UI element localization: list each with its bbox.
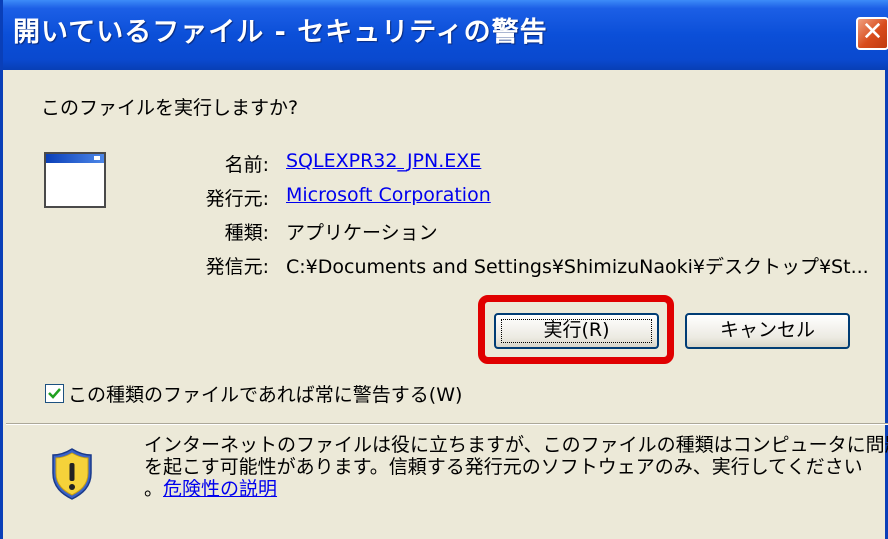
focus-rectangle (501, 319, 652, 343)
security-warning-dialog: 開いているファイル - セキュリティの警告 ✕ このファイルを実行しますか? 名… (0, 0, 888, 539)
warning-line-2: を起こす可能性があります。信頼する発行元のソフトウェアのみ、実行してください (144, 456, 863, 478)
warning-line-1: インターネットのファイルは役に立ちますが、このファイルの種類はコンピュータに問題 (144, 434, 888, 456)
source-label: 発信元: (205, 256, 269, 278)
run-question: このファイルを実行しますか? (41, 97, 299, 119)
checkmark-icon (48, 388, 61, 399)
cancel-button[interactable]: キャンセル (685, 313, 850, 349)
file-name-link[interactable]: SQLEXPR32_JPN.EXE (286, 150, 481, 172)
always-warn-checkbox[interactable] (45, 384, 64, 403)
application-window-icon (44, 152, 106, 208)
warning-line-3: 。危険性の説明 (144, 478, 888, 500)
security-shield-warning-icon (52, 448, 92, 500)
type-label: 種類: (224, 222, 269, 244)
divider (6, 423, 888, 425)
publisher-link[interactable]: Microsoft Corporation (286, 184, 491, 206)
warning-line-3-prefix: 。 (144, 478, 164, 500)
risk-explanation-link[interactable]: 危険性の説明 (163, 478, 277, 500)
source-value: C:¥Documents and Settings¥ShimizuNaoki¥デ… (286, 256, 869, 278)
always-warn-label[interactable]: この種類のファイルであれば常に警告する(W) (68, 380, 462, 407)
name-label: 名前: (224, 154, 269, 176)
warning-message: インターネットのファイルは役に立ちますが、このファイルの種類はコンピュータに問題… (144, 434, 888, 500)
close-button[interactable]: ✕ (856, 17, 888, 50)
type-value: アプリケーション (286, 222, 438, 244)
window-title: 開いているファイル - セキュリティの警告 (13, 17, 548, 48)
close-icon: ✕ (861, 17, 884, 47)
title-bar[interactable]: 開いているファイル - セキュリティの警告 ✕ (3, 0, 888, 70)
run-button[interactable]: 実行(R) (494, 313, 659, 349)
publisher-label: 発行元: (205, 188, 269, 210)
cancel-button-label: キャンセル (719, 319, 815, 341)
